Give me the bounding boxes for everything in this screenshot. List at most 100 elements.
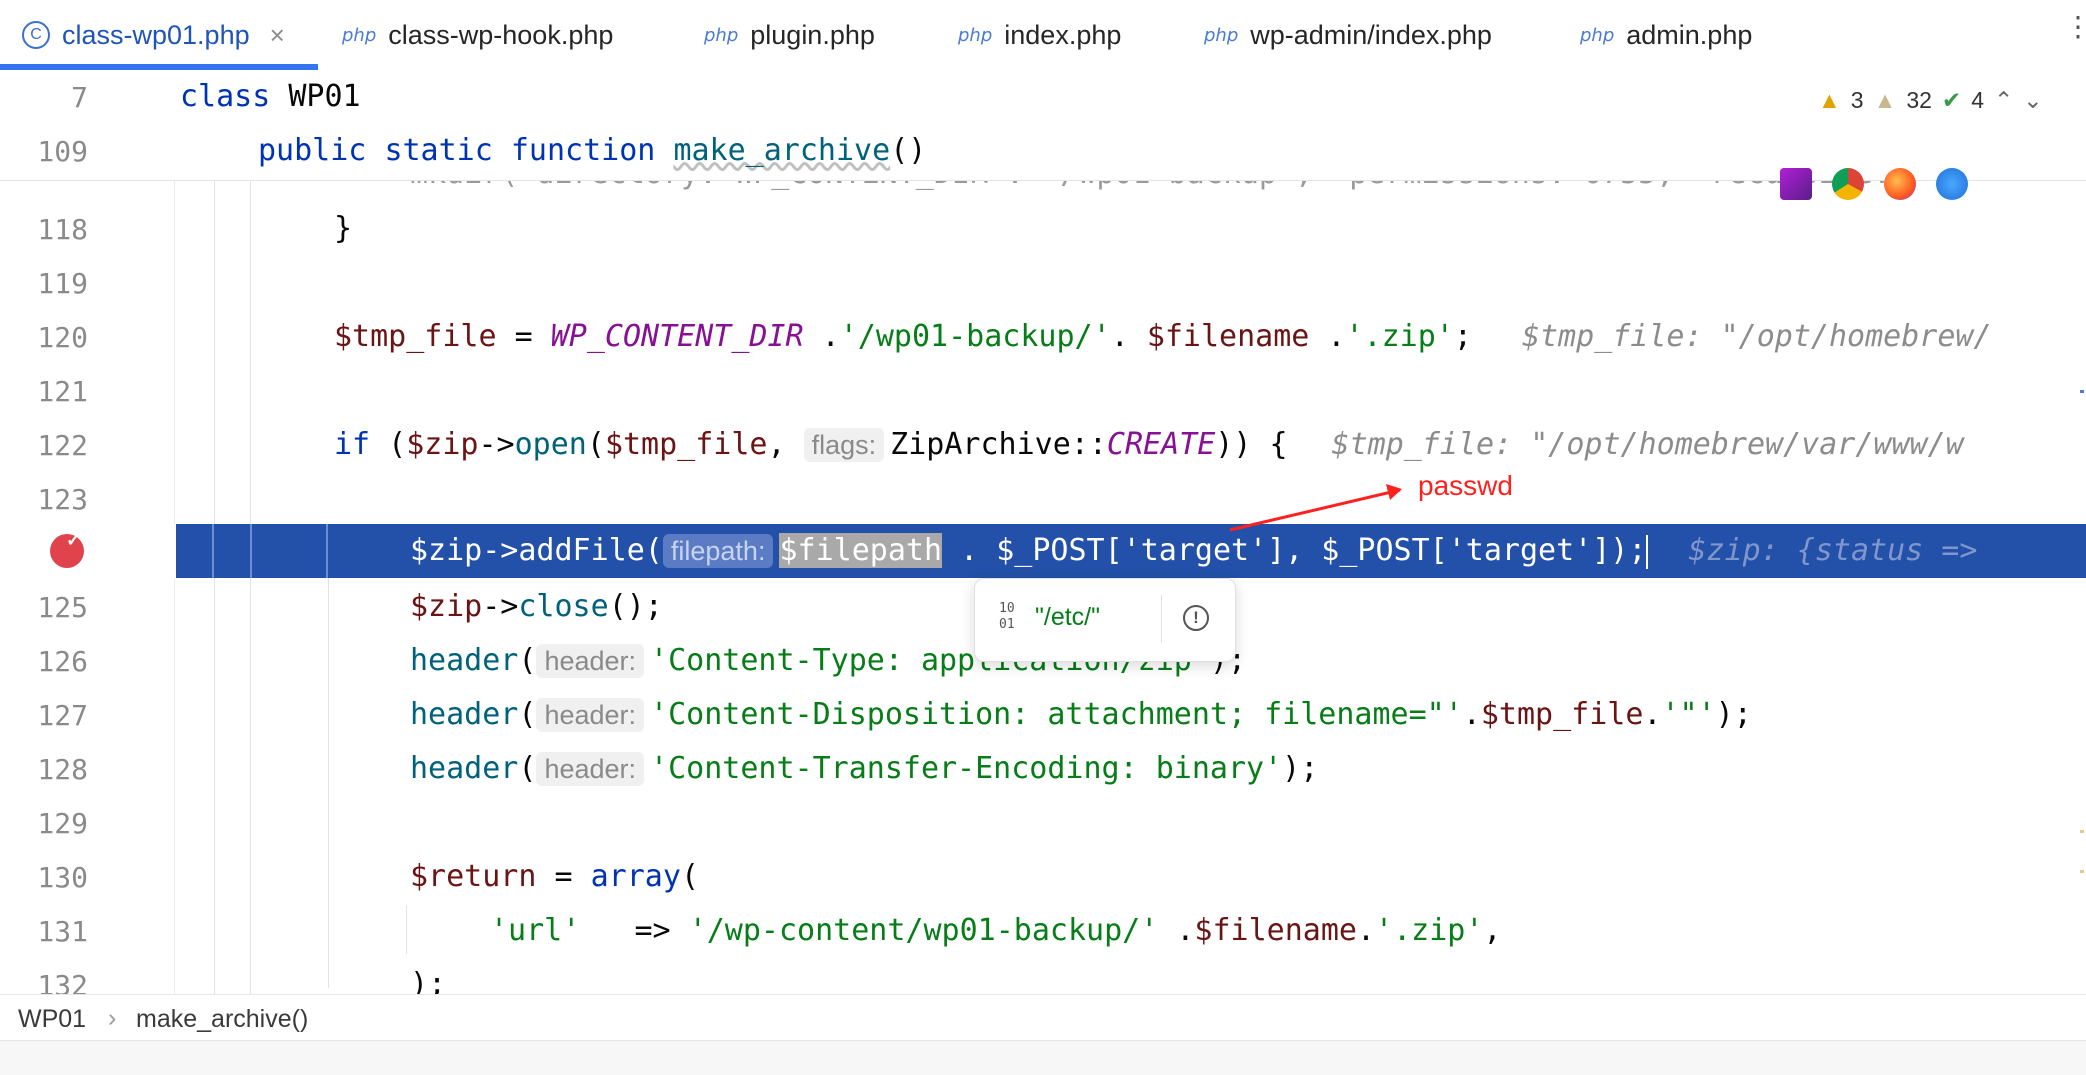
- string: 'Content-Transfer-Encoding: binary': [650, 751, 1283, 786]
- variable: $tmp_file: [1480, 697, 1644, 732]
- punct: ();: [608, 589, 663, 624]
- string: 'url': [490, 913, 581, 948]
- stripe-marker: [2080, 830, 2084, 833]
- punct: );: [1715, 697, 1752, 732]
- line-number: 109: [37, 135, 88, 168]
- inline-debug-value: $zip: {status =>: [1688, 533, 1978, 568]
- editor-tab-bar: C class-wp01.php × php class-wp-hook.php…: [0, 0, 2086, 71]
- browser-launcher: [1780, 168, 1968, 200]
- tab-label: class-wp01.php: [62, 19, 250, 50]
- inline-debug-value: $tmp_file: "/opt/homebrew/var/www/w: [1331, 427, 1964, 462]
- parameter-hint: header:: [536, 752, 645, 786]
- keyword: static: [384, 133, 493, 168]
- code-line: 129: [0, 796, 2086, 850]
- breadcrumb-class[interactable]: WP01: [18, 1005, 86, 1034]
- text-caret: [1646, 534, 1649, 569]
- code-line: 131 'url' => '/wp-content/wp01-backup/' …: [0, 904, 2086, 958]
- safari-icon[interactable]: [1936, 168, 1968, 200]
- line-number: 7: [71, 81, 88, 114]
- operator: =: [536, 859, 591, 894]
- code-text: $zip->addFile(: [410, 533, 663, 568]
- operator: .: [1462, 697, 1481, 732]
- close-icon[interactable]: ×: [270, 20, 285, 51]
- typo-count: 4: [1971, 86, 1984, 113]
- tab-class-wp01[interactable]: C class-wp01.php ×: [22, 0, 285, 70]
- punct: (: [586, 427, 605, 462]
- operator: .: [1356, 913, 1376, 948]
- string: 'Content-Disposition: attachment; filena…: [650, 697, 1463, 732]
- parens: (): [890, 133, 927, 168]
- tab-label: plugin.php: [750, 19, 875, 50]
- debug-value-popup[interactable]: 10 01 "/etc/" !: [974, 578, 1236, 662]
- line-number: 127: [37, 699, 88, 732]
- punct: (: [680, 859, 699, 894]
- chevron-up-icon[interactable]: ⌃: [1994, 87, 2013, 114]
- class-ref: ZipArchive::: [890, 427, 1107, 462]
- stripe-marker: [2080, 390, 2084, 393]
- line-number: 126: [37, 645, 88, 678]
- code-text: }: [334, 211, 353, 246]
- function-call: header: [410, 697, 519, 732]
- parameter-hint: flags:: [803, 428, 885, 462]
- selected-variable[interactable]: $filepath: [779, 533, 943, 568]
- php-file-icon: php: [342, 24, 377, 46]
- punct: (: [370, 427, 407, 462]
- code-line: 121: [0, 364, 2086, 418]
- parameter-hint: header:: [536, 644, 645, 678]
- breadcrumb-method[interactable]: make_archive(): [136, 1005, 308, 1034]
- tab-plugin[interactable]: php plugin.php: [704, 0, 875, 70]
- keyword: function: [510, 133, 656, 168]
- chevron-down-icon[interactable]: ⌄: [2023, 87, 2042, 114]
- status-bar: [0, 1040, 2086, 1075]
- tab-index[interactable]: php index.php: [958, 0, 1121, 70]
- tab-class-wp-hook[interactable]: php class-wp-hook.php: [342, 0, 613, 70]
- tab-label: admin.php: [1626, 19, 1753, 50]
- line-number: 120: [37, 321, 88, 354]
- code-line: 119: [0, 256, 2086, 310]
- more-tabs-icon[interactable]: ⋮: [2064, 10, 2086, 43]
- line-number: 119: [37, 267, 88, 300]
- annotation-label: passwd: [1418, 470, 1513, 502]
- error-stripe[interactable]: [2080, 150, 2084, 990]
- line-number: 122: [37, 429, 88, 462]
- keyword: array: [590, 859, 681, 894]
- tab-label: wp-admin/index.php: [1250, 19, 1492, 50]
- annotation-text: passwd: [1418, 470, 1513, 501]
- tab-admin[interactable]: php admin.php: [1580, 0, 1752, 70]
- chrome-icon[interactable]: [1832, 168, 1864, 200]
- sticky-line-function[interactable]: 109 public static function make_archive(…: [0, 124, 2086, 178]
- popup-value[interactable]: "/etc/": [1035, 603, 1100, 632]
- operator: ->: [478, 427, 515, 462]
- php-file-icon: php: [1580, 24, 1615, 46]
- variable: $tmp_file: [334, 319, 497, 354]
- firefox-icon[interactable]: [1884, 168, 1916, 200]
- punct: )) {: [1215, 427, 1288, 462]
- code-line: 130 $return = array(: [0, 850, 2086, 904]
- punct: ;: [1453, 319, 1472, 354]
- method: close: [518, 589, 609, 624]
- string: '.zip': [1345, 319, 1454, 354]
- tab-wp-admin-index[interactable]: php wp-admin/index.php: [1204, 0, 1492, 70]
- annotation-arrow: [1229, 484, 1402, 532]
- stripe-marker: [2080, 870, 2084, 873]
- line-number: 118: [37, 213, 88, 246]
- keyword: public: [258, 133, 367, 168]
- inspection-widget[interactable]: ▲ 3 ▲ 32 ✔ 4 ⌃ ⌄: [1818, 80, 2086, 120]
- variable: $tmp_file: [604, 427, 768, 462]
- variable: $filename: [1194, 913, 1357, 948]
- divider: [1161, 595, 1162, 643]
- string: '"': [1661, 697, 1716, 732]
- string: '/wp01-backup/': [839, 319, 1111, 354]
- info-icon[interactable]: !: [1183, 605, 1209, 631]
- constant: CREATE: [1106, 427, 1216, 462]
- operator: .: [803, 319, 840, 354]
- phpstorm-icon[interactable]: [1780, 168, 1812, 200]
- sticky-line-class[interactable]: 7 class WP01: [0, 70, 2086, 124]
- tab-label: index.php: [1004, 19, 1122, 50]
- variable: $zip: [406, 427, 479, 462]
- warning-count: 3: [1850, 86, 1864, 113]
- operator: =: [496, 319, 551, 354]
- line-number: 123: [37, 483, 88, 516]
- php-file-icon: php: [1204, 24, 1239, 46]
- php-file-icon: php: [958, 24, 993, 46]
